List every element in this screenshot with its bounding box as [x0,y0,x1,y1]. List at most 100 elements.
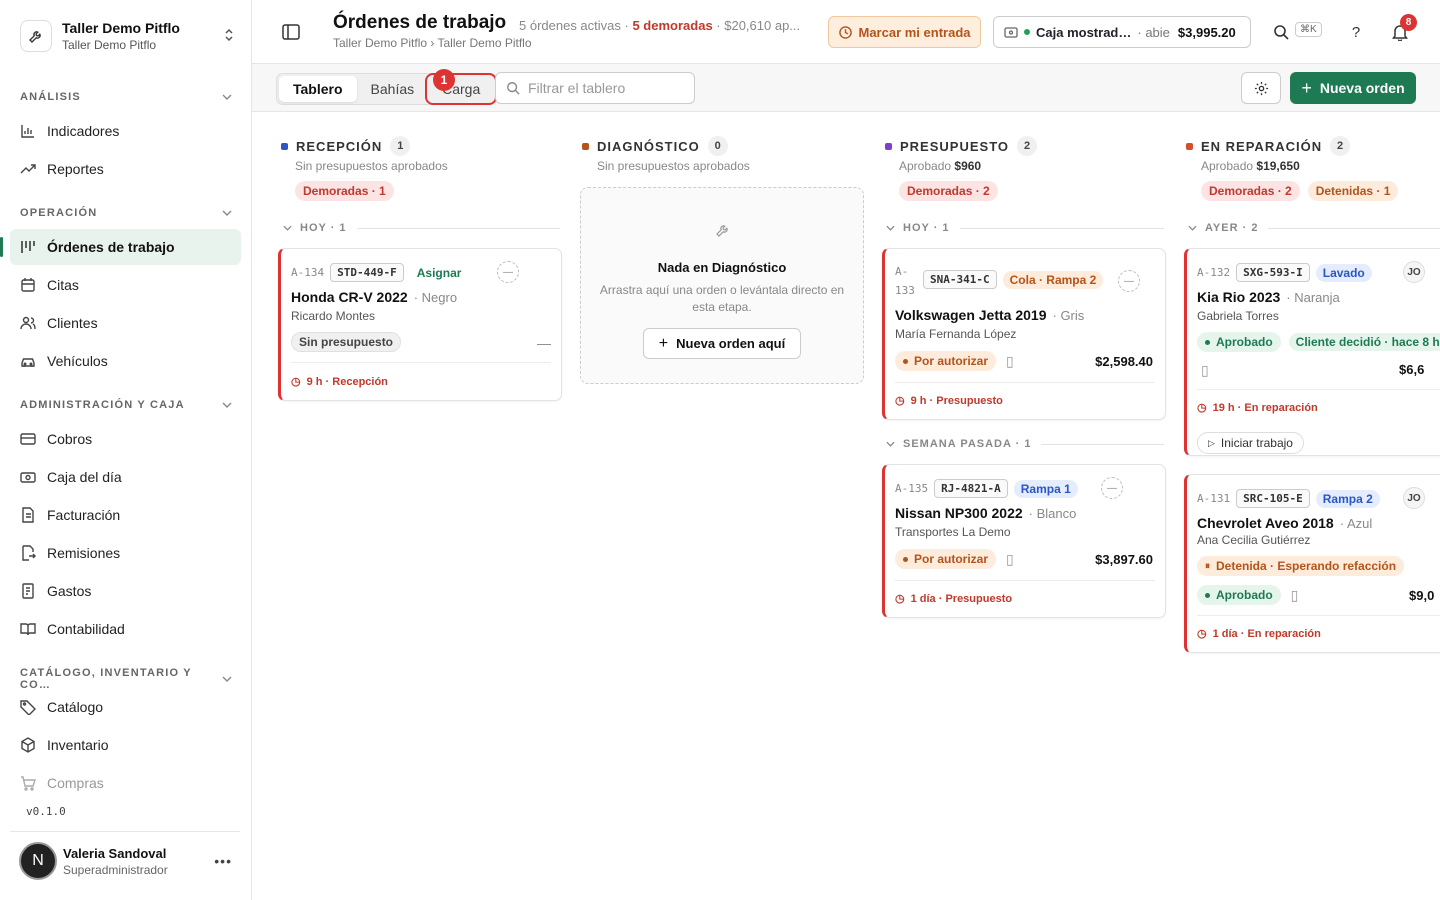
sidebar-item-ordenes[interactable]: Órdenes de trabajo [0,229,241,265]
group-header[interactable]: AYER · 2 [1188,222,1440,234]
license-plate: SRC-105-E [1236,489,1310,508]
workspace-switcher[interactable]: Taller Demo Pitflo Taller Demo Pitflo [20,16,240,56]
sidebar-item-label: Vehículos [47,353,108,369]
filter-input[interactable] [528,80,688,96]
delayed-filter-pill[interactable]: Demoradas · 2 [899,181,998,201]
order-card[interactable]: A- 133 SNA-341-C Cola · Rampa 2 — Volkswa… [882,248,1166,420]
play-icon: ▷ [1208,437,1215,448]
new-order-here-button[interactable]: + Nueva orden aquí [643,328,801,359]
group-label: HOY · 1 [300,222,347,234]
cash-icon [1004,26,1018,38]
assign-tech-icon[interactable]: — [1101,477,1123,499]
approved-value: $19,650 [1256,159,1300,173]
sidebar-item-citas[interactable]: Citas [10,267,241,303]
plus-icon: + [658,334,669,352]
sidebar-item-vehiculos[interactable]: Vehículos [10,343,241,379]
assign-tech-icon[interactable]: — [497,261,519,283]
more-horizontal-icon[interactable]: ••• [214,853,232,869]
vehicle-color-text: Azul [1346,515,1373,531]
order-id: A- 133 [895,262,915,300]
receipt-icon [22,583,34,599]
vehicle-color: · Naranja [1286,289,1340,305]
sidebar-item-clientes[interactable]: Clientes [10,305,241,341]
document-icon[interactable]: ▯ [1291,587,1299,604]
group-header[interactable]: HOY · 1 [283,222,560,234]
search-icon[interactable] [1271,22,1291,42]
tab-tablero[interactable]: Tablero [279,76,357,102]
new-order-button[interactable]: + Nueva orden [1290,72,1416,104]
users-icon [20,316,36,330]
vehicle-color: · Blanco [1028,505,1077,521]
checkin-label: Marcar mi entrada [858,24,971,40]
customer-name: Transportes La Demo [895,525,1011,539]
sidebar-item-label: Citas [47,277,79,293]
new-order-here-label: Nueva orden aquí [676,336,786,351]
group-header[interactable]: HOY · 1 [886,222,1164,234]
user-menu[interactable]: N Valeria Sandoval Superadministrador ••… [10,831,240,880]
group-header[interactable]: SEMANA PASADA · 1 [886,438,1164,450]
vehicle-color-text: Negro [421,289,458,305]
settings-button[interactable] [1241,72,1281,104]
assign-link[interactable]: Asignar [410,264,469,282]
delayed-filter-pill[interactable]: Demoradas · 2 [1201,181,1300,201]
empty-description: Arrastra aquí una orden o levántala dire… [599,283,845,314]
empty-column-dropzone[interactable]: Nada en Diagnóstico Arrastra aquí una or… [580,187,864,384]
tab-bahias[interactable]: Bahías [357,76,429,102]
plus-icon: + [1301,77,1312,98]
status-badge: Aprobado [1197,585,1281,605]
register-amount: $3,995.20 [1177,24,1236,40]
vehicle-color: · Azul [1339,515,1373,531]
delayed-filter-pill[interactable]: Demoradas · 1 [295,181,394,201]
workspace-sub: Taller Demo Pitflo [62,38,157,52]
help-icon[interactable]: ? [1346,22,1366,42]
sidebar-item-label: Inventario [47,737,109,753]
sidebar-item-caja[interactable]: Caja del día [10,459,241,495]
order-card[interactable]: A-134 STD-449-F Asignar — Honda CR-V 202… [278,248,562,401]
sidebar-item-indicadores[interactable]: Indicadores [10,113,241,149]
checkin-button[interactable]: Marcar mi entrada [828,16,981,48]
cash-register-selector[interactable]: Caja mostrad… · abie $3,995.20 [993,16,1251,48]
section-administracion[interactable]: ADMINISTRACIÓN Y CAJA [20,399,232,411]
order-card[interactable]: A-135 RJ-4821-A Rampa 1 — Nissan NP300 2… [882,464,1166,618]
document-icon[interactable]: ▯ [1201,362,1209,379]
status-text: Aprobado [1216,588,1273,602]
stopped-filter-pill[interactable]: Detenidas · 1 [1307,181,1399,201]
group-label: SEMANA PASADA · 1 [903,438,1032,450]
group-label: AYER · 2 [1205,222,1259,234]
assign-tech-icon[interactable]: — [1118,270,1140,292]
customer-name: María Fernanda López [895,327,1017,341]
column-title: EN REPARACIÓN [1201,138,1323,154]
section-operacion[interactable]: OPERACIÓN [20,207,232,219]
new-order-label: Nueva orden [1319,80,1405,96]
order-card[interactable]: A-131 SRC-105-E Rampa 2 JO Chevrolet Ave… [1184,474,1440,653]
sidebar-item-catalogo[interactable]: Catálogo [10,689,241,725]
document-icon[interactable]: ▯ [1006,353,1014,370]
sidebar-item-compras[interactable]: Compras [10,765,241,801]
sidebar-item-remisiones[interactable]: Remisiones [10,535,241,571]
sidebar-item-contabilidad[interactable]: Contabilidad [10,611,241,647]
search-icon [507,82,520,95]
section-catalogo[interactable]: CATÁLOGO, INVENTARIO Y CO… [20,667,232,691]
clock-icon: ◷ [1197,628,1207,640]
status-badge: Por autorizar [895,549,997,569]
pause-icon: ⏸ [1205,560,1210,572]
cash-register-icon [20,472,36,483]
technician-avatar[interactable]: JO [1403,261,1425,283]
document-icon[interactable]: ▯ [1006,551,1014,568]
sidebar-toggle-icon[interactable] [282,24,300,40]
order-card[interactable]: A-132 SXG-593-I Lavado JO Kia Rio 2023 · … [1184,248,1440,456]
start-work-button[interactable]: ▷ Iniciar trabajo [1197,432,1304,454]
technician-avatar[interactable]: JO [1403,487,1425,509]
clock-icon: ◷ [1197,402,1207,414]
customer-name: Gabriela Torres [1197,309,1279,323]
vehicle-color-text: Naranja [1294,289,1340,305]
sidebar-item-reportes[interactable]: Reportes [10,151,241,187]
sidebar-item-gastos[interactable]: Gastos [10,573,241,609]
vehicle-name: Honda CR-V 2022 [291,289,408,305]
sidebar-item-cobros[interactable]: Cobros [10,421,241,457]
clock-icon: ◷ [895,593,905,605]
section-analisis[interactable]: ANÁLISIS [20,91,232,103]
sidebar-item-inventario[interactable]: Inventario [10,727,241,763]
sidebar-item-facturacion[interactable]: Facturación [10,497,241,533]
chevron-down-icon [222,399,232,411]
